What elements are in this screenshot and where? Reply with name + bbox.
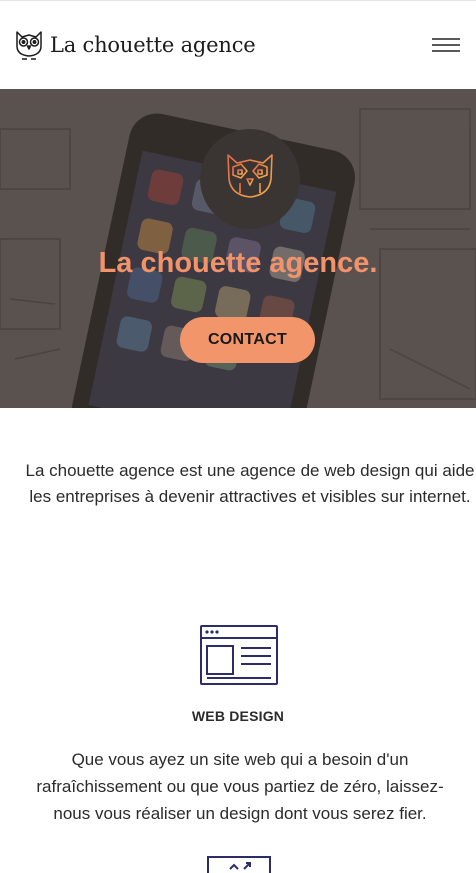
next-service-icon — [207, 856, 271, 873]
service-title-web-design: WEB DESIGN — [191, 708, 285, 724]
site-header: La chouette agence — [0, 1, 476, 89]
brand-name: La chouette agence — [50, 33, 256, 57]
web-design-icon — [200, 625, 278, 685]
brand[interactable]: La chouette agence — [14, 28, 256, 62]
owl-icon — [16, 31, 42, 60]
hero-section: La chouette agence. CONTACT — [0, 89, 476, 408]
intro-text: La chouette agence est une agence de web… — [20, 458, 476, 510]
intro-line-2: les entreprises à devenir attractives et… — [29, 487, 471, 506]
service-description-web-design: Que vous ayez un site web qui a besoin d… — [36, 750, 444, 823]
hero-logo — [200, 129, 300, 229]
contact-button[interactable]: CONTACT — [180, 317, 315, 363]
owl-icon — [227, 154, 273, 204]
intro-line-1: La chouette agence est une agence de web… — [25, 461, 475, 480]
hero-title: La chouette agence. — [98, 247, 378, 279]
hamburger-menu-icon[interactable] — [432, 35, 460, 55]
